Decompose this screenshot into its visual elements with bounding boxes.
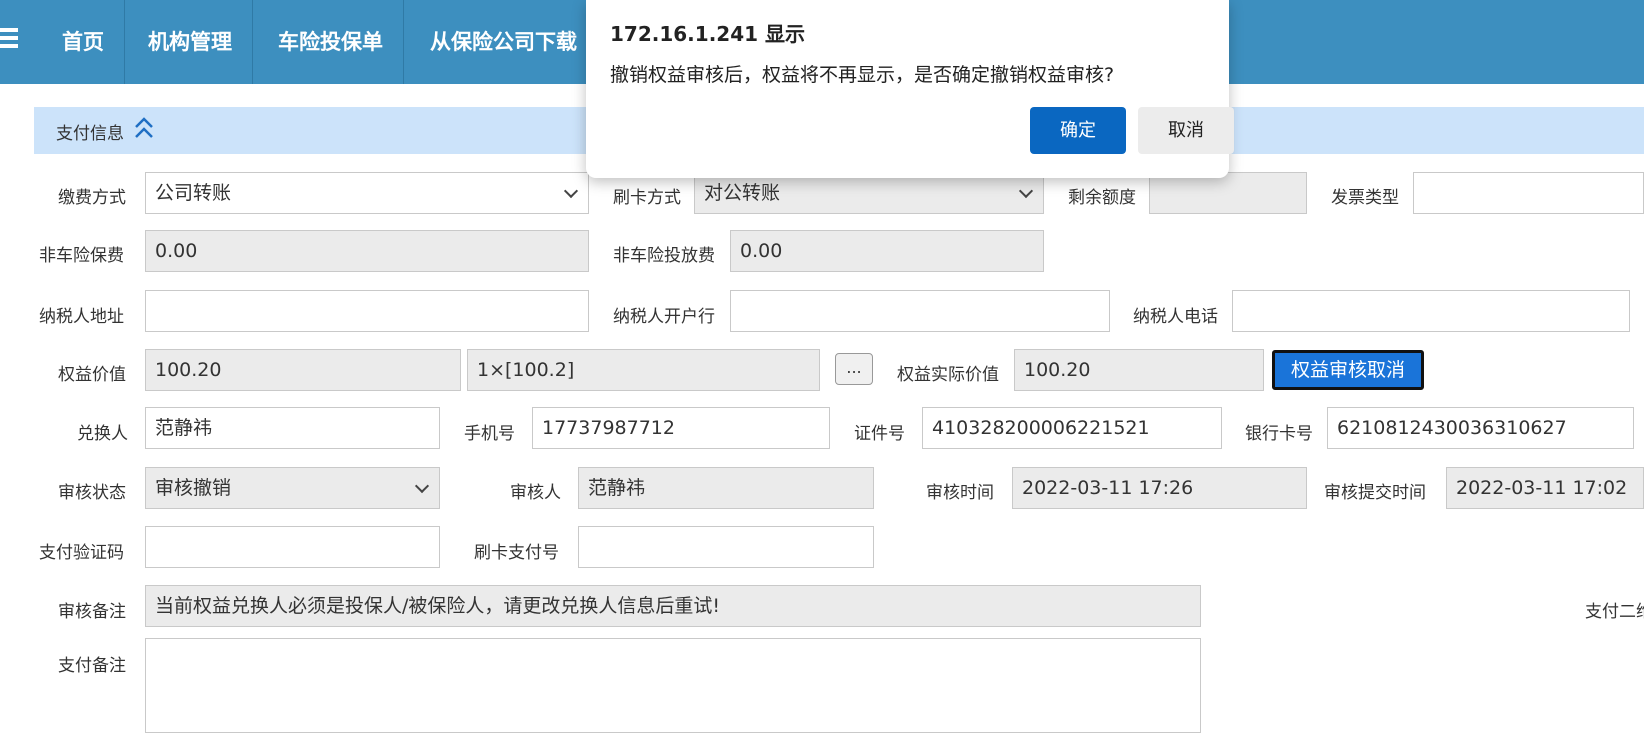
dialog-ok-button[interactable]: 确定 [1030, 107, 1126, 154]
non-auto-premium-label: 非车险保费 [39, 246, 124, 266]
review-status-label: 审核状态 [58, 483, 126, 503]
taxpayer-address-label: 纳税人地址 [39, 307, 124, 327]
dialog-message: 撤销权益审核后，权益将不再显示，是否确定撤销权益审核? [610, 64, 1115, 86]
bank-card-label: 银行卡号 [1245, 424, 1313, 444]
nav-item-auto-policy[interactable]: 车险投保单 [258, 0, 404, 84]
benefit-value-field: 100.20 [145, 349, 461, 391]
redeemer-input[interactable]: 范静祎 [145, 407, 440, 449]
taxpayer-bank-label: 纳税人开户行 [613, 307, 715, 327]
hamburger-menu-icon[interactable] [0, 28, 18, 54]
phone-input[interactable]: 17737987712 [532, 407, 830, 449]
remaining-quota-field [1149, 172, 1307, 214]
redeemer-label: 兑换人 [77, 424, 128, 444]
dialog-title: 172.16.1.241 显示 [610, 22, 805, 46]
benefit-actual-value-field: 100.20 [1014, 349, 1264, 391]
review-time-field: 2022-03-11 17:26 [1012, 467, 1307, 509]
payment-qr-label: 支付二维 [1585, 602, 1644, 622]
card-payment-no-label: 刷卡支付号 [474, 543, 559, 563]
nav-item-home[interactable]: 首页 [42, 0, 125, 84]
non-auto-premium-field: 0.00 [145, 230, 589, 272]
payment-method-label: 缴费方式 [58, 188, 126, 208]
invoice-type-field[interactable] [1413, 172, 1644, 214]
more-button[interactable]: ... [835, 353, 873, 385]
phone-label: 手机号 [464, 424, 515, 444]
review-note-field: 当前权益兑换人必须是投保人/被保险人，请更改兑换人信息后重试! [145, 585, 1201, 627]
chevron-up-icon[interactable] [132, 115, 156, 141]
cancel-benefit-review-button[interactable]: 权益审核取消 [1272, 350, 1424, 390]
benefit-value-label: 权益价值 [58, 365, 126, 385]
review-status-select[interactable]: 审核撤销 [145, 467, 440, 509]
non-auto-fee-field: 0.00 [730, 230, 1044, 272]
taxpayer-phone-input[interactable] [1232, 290, 1630, 332]
reviewer-field: 范静祎 [578, 467, 874, 509]
card-method-label: 刷卡方式 [613, 188, 681, 208]
section-title: 支付信息 [56, 124, 124, 144]
remaining-quota-label: 剩余额度 [1068, 188, 1136, 208]
nav-item-download-from-insurer[interactable]: 从保险公司下载 [410, 0, 598, 84]
confirm-dialog: 172.16.1.241 显示 撤销权益审核后，权益将不再显示，是否确定撤销权益… [586, 0, 1234, 178]
nav-item-org-management[interactable]: 机构管理 [128, 0, 253, 84]
benefit-detail-field: 1×[100.2] [467, 349, 820, 391]
review-submit-time-field: 2022-03-11 17:02 [1446, 467, 1644, 509]
id-number-input[interactable]: 410328200006221521 [922, 407, 1222, 449]
non-auto-fee-label: 非车险投放费 [613, 246, 715, 266]
reviewer-label: 审核人 [510, 483, 561, 503]
payment-code-label: 支付验证码 [39, 543, 124, 563]
dialog-cancel-button[interactable]: 取消 [1138, 107, 1234, 154]
payment-note-label: 支付备注 [58, 656, 126, 676]
taxpayer-bank-input[interactable] [730, 290, 1110, 332]
payment-note-textarea[interactable] [145, 638, 1201, 733]
id-number-label: 证件号 [854, 424, 905, 444]
review-submit-time-label: 审核提交时间 [1324, 483, 1426, 503]
taxpayer-address-input[interactable] [145, 290, 589, 332]
card-method-select[interactable]: 对公转账 [694, 172, 1044, 214]
invoice-type-label: 发票类型 [1331, 188, 1399, 208]
benefit-actual-value-label: 权益实际价值 [897, 365, 999, 385]
taxpayer-phone-label: 纳税人电话 [1133, 307, 1218, 327]
card-payment-no-input[interactable] [578, 526, 874, 568]
payment-method-select[interactable]: 公司转账 [145, 172, 589, 214]
review-time-label: 审核时间 [926, 483, 994, 503]
payment-code-input[interactable] [145, 526, 440, 568]
review-note-label: 审核备注 [58, 602, 126, 622]
bank-card-input[interactable]: 6210812430036310627 [1327, 407, 1634, 449]
